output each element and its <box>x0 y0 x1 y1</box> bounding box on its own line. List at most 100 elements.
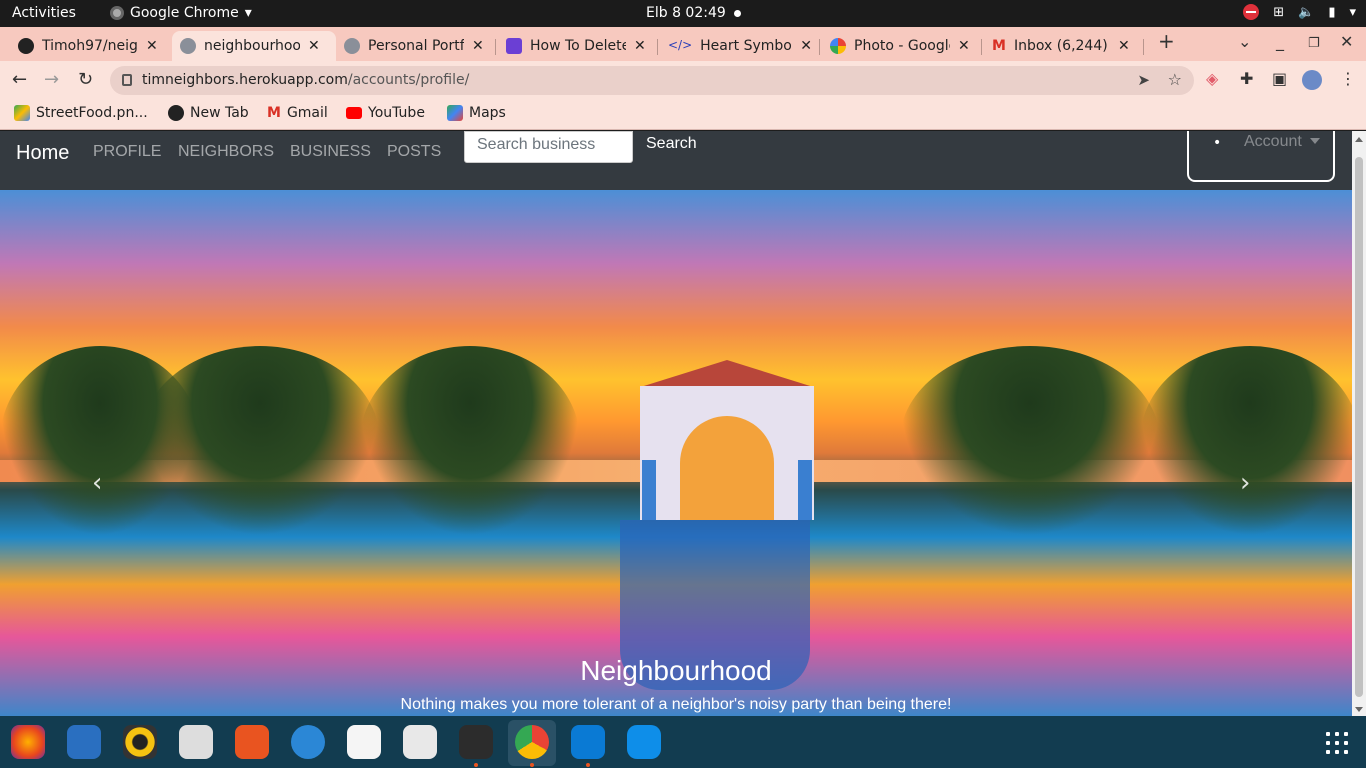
bookmark-streetfood[interactable]: StreetFood.pn... <box>14 105 148 121</box>
list-bullet: • <box>1213 135 1222 151</box>
tab-github[interactable]: Timoh97/neighbourhood ✕ <box>10 31 172 61</box>
bookmark-label: New Tab <box>190 105 249 121</box>
close-icon[interactable]: ✕ <box>308 38 320 54</box>
new-tab-button[interactable]: + <box>1158 29 1175 53</box>
tab-title: Photo - Google Photos <box>854 38 950 54</box>
battery-icon[interactable]: ▮ <box>1328 5 1335 20</box>
maximize-button[interactable]: ❐ <box>1308 36 1320 51</box>
notification-dot-icon <box>734 10 741 17</box>
app-menu[interactable]: Google Chrome ▾ <box>110 5 252 21</box>
scroll-up-icon[interactable] <box>1355 137 1363 142</box>
bookmark-label: StreetFood.pn... <box>36 105 148 121</box>
scroll-down-icon[interactable] <box>1355 707 1363 712</box>
clock[interactable]: Elb 8 02:49 <box>646 5 726 21</box>
bookmark-label: Maps <box>469 105 506 121</box>
gazebo-image <box>628 360 826 520</box>
close-icon[interactable]: ✕ <box>472 38 484 54</box>
volume-icon[interactable]: 🔈 <box>1298 5 1314 20</box>
close-icon[interactable]: ✕ <box>800 38 812 54</box>
minimize-button[interactable]: _ <box>1276 32 1284 51</box>
globe-icon <box>180 38 196 54</box>
bookmark-label: YouTube <box>368 105 425 121</box>
palm-trees-right <box>900 346 1160 536</box>
bookmark-star-icon[interactable]: ☆ <box>1168 70 1182 89</box>
network-icon[interactable]: ⊞ <box>1273 5 1284 20</box>
toolbar: ← → ↻ timneighbors.herokuapp.com/account… <box>0 61 1366 99</box>
reload-button[interactable]: ↻ <box>78 69 93 90</box>
bookmark-youtube[interactable]: YouTube <box>346 105 425 121</box>
files-icon[interactable] <box>179 725 213 759</box>
tab-inbox[interactable]: M Inbox (6,244) - ✕ <box>984 31 1144 61</box>
thunderbird-icon[interactable] <box>67 725 101 759</box>
close-icon[interactable]: ✕ <box>146 38 158 54</box>
side-panel-icon[interactable]: ▣ <box>1272 69 1287 88</box>
scrollbar-thumb[interactable] <box>1355 157 1363 697</box>
screenshot-icon[interactable] <box>403 725 437 759</box>
chrome-icon <box>110 6 124 20</box>
show-applications-icon[interactable] <box>1326 732 1348 754</box>
carousel-caption-subtitle: Nothing makes you more tolerant of a nei… <box>400 696 952 713</box>
vscode-icon[interactable] <box>571 725 605 767</box>
page-scrollbar[interactable] <box>1352 131 1366 716</box>
chevron-down-icon: ▾ <box>244 5 252 21</box>
search-input[interactable]: Search business <box>464 131 633 163</box>
nav-link-neighbors[interactable]: NEIGHBORS <box>178 143 274 161</box>
drive-icon <box>14 105 30 121</box>
document-viewer-icon[interactable] <box>347 725 381 759</box>
tab-heart-symbols[interactable]: </> Heart Symbols ✕ <box>660 31 820 61</box>
do-not-disturb-icon[interactable] <box>1243 4 1260 20</box>
forward-button[interactable]: → <box>44 69 59 90</box>
activities-button[interactable]: Activities <box>12 5 76 21</box>
bookmark-maps[interactable]: Maps <box>447 105 506 121</box>
chevron-down-icon[interactable]: ▾ <box>1349 5 1356 20</box>
account-toggle[interactable]: Account <box>1244 133 1302 151</box>
close-icon[interactable]: ✕ <box>634 38 646 54</box>
palm-trees-left <box>140 346 380 536</box>
extension-icon[interactable]: ◈ <box>1206 69 1218 88</box>
window-close-button[interactable]: ✕ <box>1340 32 1353 51</box>
menu-kebab-icon[interactable]: ⋮ <box>1340 69 1356 88</box>
terminal-icon[interactable] <box>459 725 493 767</box>
carousel-next-button[interactable]: › <box>1240 468 1250 498</box>
tab-title: Inbox (6,244) - <box>1013 38 1110 54</box>
carousel-prev-button[interactable]: ‹ <box>92 468 102 498</box>
nav-link-business[interactable]: BUSINESS <box>290 143 371 161</box>
firefox-icon[interactable] <box>11 725 45 759</box>
bookmark-gmail[interactable]: M Gmail <box>267 105 328 121</box>
send-tab-icon[interactable]: ➤ <box>1137 71 1150 89</box>
system-tray[interactable]: ⊞ 🔈 ▮ ▾ <box>1243 4 1356 20</box>
tab-title: neighbourhood <box>204 38 300 54</box>
close-icon[interactable]: ✕ <box>958 38 970 54</box>
hero-carousel: ‹ › Neighbourhood Nothing makes you more… <box>0 190 1352 716</box>
page-icon <box>506 38 522 54</box>
help-icon[interactable] <box>291 725 325 759</box>
teamviewer-icon[interactable] <box>627 725 661 759</box>
account-dropdown[interactable]: • Account <box>1187 131 1335 182</box>
address-bar[interactable]: timneighbors.herokuapp.com/accounts/prof… <box>110 66 1194 95</box>
software-center-icon[interactable] <box>235 725 269 759</box>
profile-avatar[interactable] <box>1302 70 1322 90</box>
bookmark-new-tab[interactable]: New Tab <box>168 105 249 121</box>
rhythmbox-icon[interactable] <box>123 725 157 759</box>
close-icon[interactable]: ✕ <box>1118 38 1130 54</box>
lock-icon[interactable] <box>122 74 132 86</box>
tab-title: Personal Portfolio <box>368 38 464 54</box>
nav-link-posts[interactable]: POSTS <box>387 143 441 161</box>
extensions-puzzle-icon[interactable]: ✚ <box>1240 69 1253 88</box>
tab-google-photos[interactable]: Photo - Google Photos ✕ <box>822 31 982 61</box>
navbar-brand-home[interactable]: Home <box>16 142 69 165</box>
gmail-icon: M <box>267 105 281 121</box>
gmail-icon: M <box>992 38 1006 54</box>
palm-trees-center-left <box>360 346 580 536</box>
tab-portfolio[interactable]: Personal Portfolio ✕ <box>336 31 496 61</box>
maps-icon <box>447 105 463 121</box>
nav-link-profile[interactable]: PROFILE <box>93 143 161 161</box>
chrome-icon[interactable] <box>515 725 549 767</box>
tab-search-chevron-icon[interactable]: ⌄ <box>1238 32 1251 51</box>
github-icon <box>18 38 34 54</box>
search-button[interactable]: Search <box>646 135 697 153</box>
tab-title: Heart Symbols <box>700 38 792 54</box>
tab-how-to-delete[interactable]: How To Delete ✕ <box>498 31 658 61</box>
tab-neighbourhood[interactable]: neighbourhood ✕ <box>172 31 336 61</box>
back-button[interactable]: ← <box>12 69 27 90</box>
